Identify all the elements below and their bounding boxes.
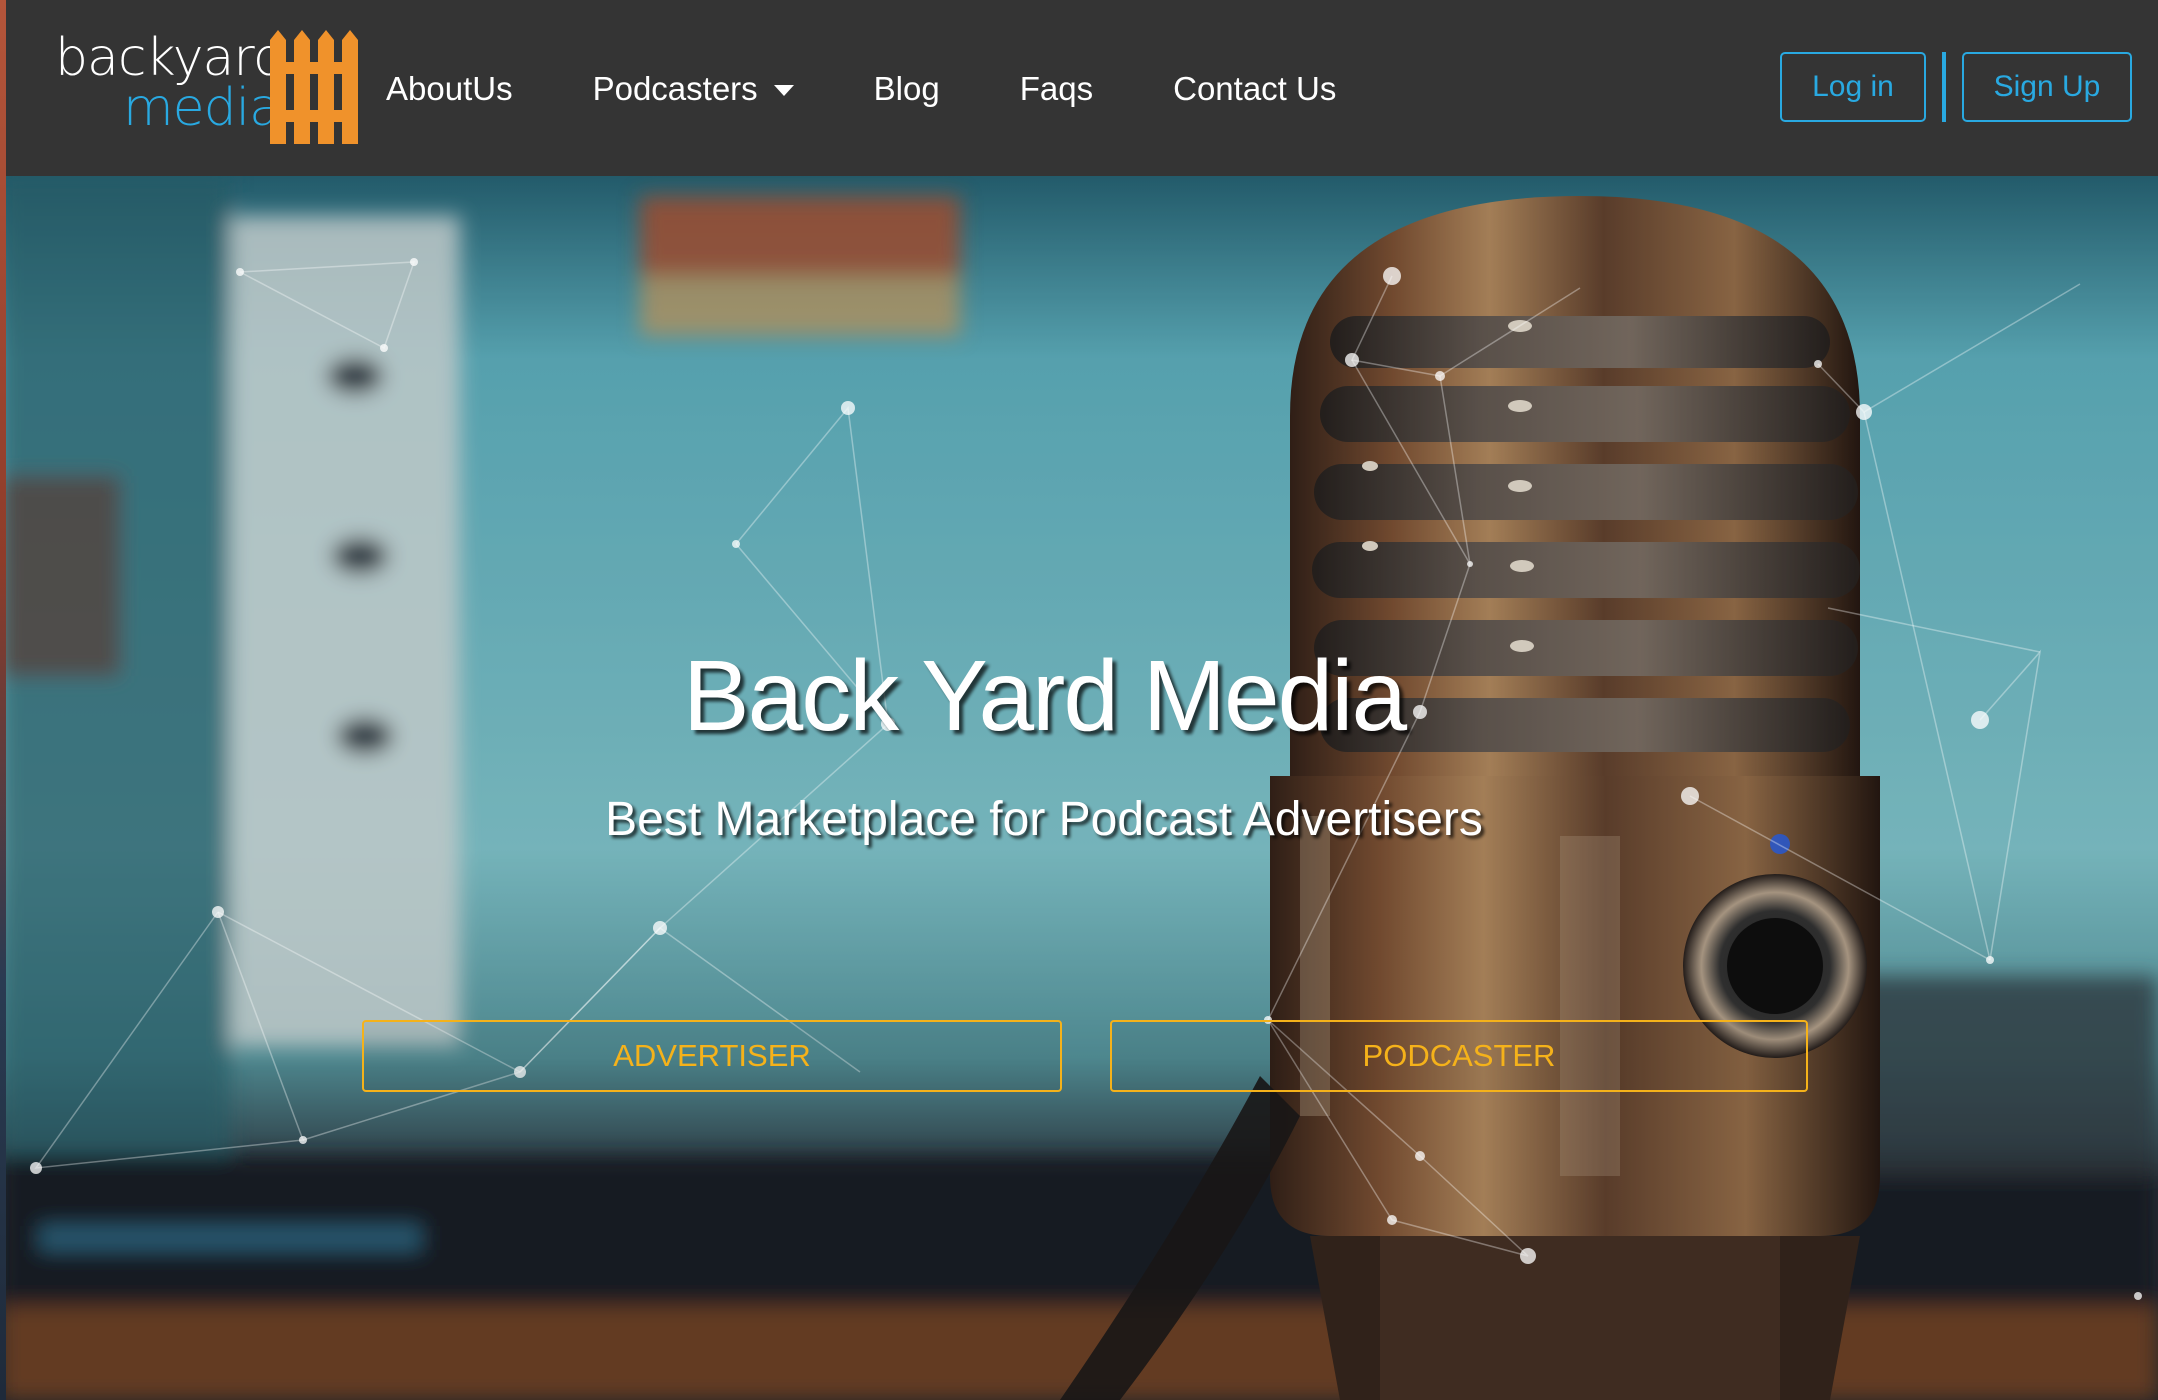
hero-title: Back Yard Media <box>682 640 1407 752</box>
nav-dropdown-podcasters[interactable]: Podcasters <box>593 70 794 108</box>
hero-subtitle: Best Marketplace for Podcast Advertisers <box>605 793 1483 846</box>
signup-button[interactable]: Sign Up <box>1962 52 2132 122</box>
hero-section: Back Yard Media Best Marketplace for Pod… <box>0 176 2158 1400</box>
login-button[interactable]: Log in <box>1780 52 1926 122</box>
logo-text-backyard: backyard <box>55 28 286 88</box>
nav-link-label: Contact Us <box>1173 70 1337 107</box>
top-navbar: backyard media AboutUs Podcasters Blog F… <box>0 0 2158 176</box>
nav-link-label: Faqs <box>1019 70 1094 107</box>
logo-text-media: media <box>123 78 281 138</box>
nav-link-about-us[interactable]: AboutUs <box>386 70 513 108</box>
page: backyard media AboutUs Podcasters Blog F… <box>0 0 2158 1400</box>
nav-link-label: AboutUs <box>386 70 513 107</box>
nav-link-label: Podcasters <box>592 70 758 107</box>
main-nav: AboutUs Podcasters Blog Faqs Contact Us <box>386 64 1416 114</box>
podcaster-button[interactable]: PODCASTER <box>1110 1020 1808 1092</box>
caret-down-icon <box>773 84 794 96</box>
nav-link-faqs[interactable]: Faqs <box>1020 70 1093 108</box>
advertiser-button[interactable]: ADVERTISER <box>362 1020 1062 1092</box>
auth-divider <box>1942 52 1946 122</box>
nav-link-blog[interactable]: Blog <box>874 70 940 108</box>
brand-logo[interactable]: backyard media <box>55 28 365 148</box>
fence-icon <box>270 30 358 144</box>
microphone-photo <box>0 176 2158 1400</box>
nav-link-label: Blog <box>873 70 940 107</box>
auth-buttons: Log in Sign Up <box>1780 52 2132 122</box>
window-edge-accent <box>0 0 6 1400</box>
nav-link-contact-us[interactable]: Contact Us <box>1173 70 1336 108</box>
